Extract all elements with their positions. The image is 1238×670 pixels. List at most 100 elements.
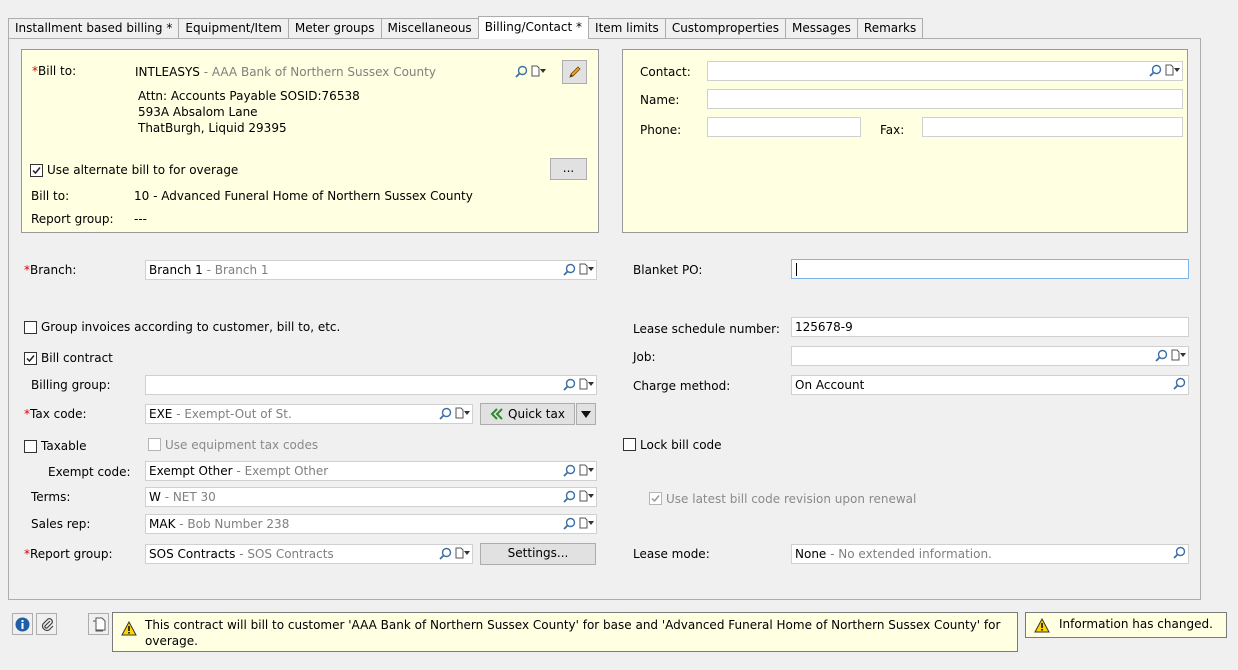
exempt-code-input[interactable]: Exempt Other - Exempt Other — [145, 461, 597, 481]
name-input[interactable] — [707, 89, 1183, 109]
alt-bill-to-label: Bill to: — [31, 189, 70, 203]
bill-contract-checkbox[interactable] — [24, 352, 37, 365]
tab-meter-groups[interactable]: Meter groups — [287, 18, 382, 39]
search-icon[interactable] — [563, 517, 576, 530]
info-button[interactable] — [12, 613, 33, 635]
billing-message-text: This contract will bill to customer 'AAA… — [145, 618, 1001, 648]
bill-to-address-line-1: Attn: Accounts Payable SOSID:76538 — [138, 89, 360, 103]
lease-mode-label: Lease mode: — [633, 547, 710, 561]
lease-mode-input[interactable]: None - No extended information. — [791, 544, 1189, 564]
pencil-icon — [568, 66, 581, 78]
use-alternate-bill-to-checkbox[interactable] — [30, 164, 43, 177]
branch-label: *Branch: — [24, 263, 77, 277]
search-icon[interactable] — [439, 547, 452, 560]
checkmark-icon — [651, 495, 660, 503]
checkmark-icon — [32, 167, 41, 175]
bill-to-input[interactable]: INTLEASYS - AAA Bank of Northern Sussex … — [131, 62, 549, 82]
tax-code-input[interactable]: EXE - Exempt-Out of St. — [145, 404, 473, 424]
phone-input[interactable] — [707, 117, 861, 137]
text-caret — [796, 263, 797, 276]
branch-input[interactable]: Branch 1 - Branch 1 — [145, 260, 597, 280]
page-dropdown-icon[interactable] — [455, 546, 470, 560]
tax-code-label: *Tax code: — [24, 407, 87, 421]
tab-customproperties[interactable]: Customproperties — [664, 18, 787, 39]
copy-button[interactable] — [88, 613, 109, 635]
tab-miscellaneous[interactable]: Miscellaneous — [380, 18, 479, 39]
search-icon[interactable] — [563, 378, 576, 391]
page-dropdown-icon[interactable] — [1171, 348, 1186, 362]
lock-bill-code-checkbox[interactable] — [623, 438, 636, 451]
group-invoices-label: Group invoices according to customer, bi… — [41, 320, 341, 334]
tab-equipment-item[interactable]: Equipment/Item — [178, 18, 289, 39]
page-dropdown-icon[interactable] — [579, 262, 594, 276]
contact-label: Contact: — [640, 65, 691, 79]
exempt-code-label: Exempt code: — [48, 465, 131, 479]
name-label: Name: — [640, 93, 680, 107]
billing-group-label: Billing group: — [31, 378, 111, 392]
person-search-icon[interactable] — [1149, 64, 1162, 77]
use-equipment-tax-codes-label: Use equipment tax codes — [165, 438, 319, 452]
quick-tax-button[interactable]: Quick tax — [480, 403, 575, 425]
bill-to-address-line-2: 593A Absalom Lane — [138, 105, 258, 119]
job-label: Job: — [633, 350, 656, 364]
fax-label: Fax: — [880, 123, 905, 137]
use-latest-bill-code-revision-checkbox[interactable] — [649, 492, 662, 505]
billing-message-box: This contract will bill to customer 'AAA… — [112, 612, 1018, 652]
checkmark-icon — [26, 355, 35, 363]
page-dropdown-icon[interactable] — [579, 463, 594, 477]
tab-installment-based-billing[interactable]: Installment based billing * — [8, 18, 180, 39]
tab-messages[interactable]: Messages — [785, 18, 858, 39]
chevron-down-icon — [581, 410, 591, 418]
search-icon[interactable] — [1173, 377, 1186, 390]
page-dropdown-icon[interactable] — [579, 516, 594, 530]
tab-billing-contact[interactable]: Billing/Contact * — [477, 16, 590, 39]
use-alternate-bill-to-label: Use alternate bill to for overage — [47, 163, 239, 177]
bill-contract-label: Bill contract — [41, 351, 113, 365]
sales-rep-input[interactable]: MAK - Bob Number 238 — [145, 514, 597, 534]
billing-group-input[interactable] — [145, 375, 597, 395]
paperclip-icon — [41, 617, 53, 631]
page-dropdown-icon[interactable] — [579, 489, 594, 503]
phone-label: Phone: — [640, 123, 682, 137]
alternate-bill-to-button[interactable]: ... — [550, 158, 587, 180]
tab-strip: Installment based billing * Equipment/Ite… — [8, 16, 924, 39]
document-icon — [92, 617, 105, 631]
report-group-settings-button[interactable]: Settings... — [480, 543, 596, 565]
quick-tax-dropdown-button[interactable] — [576, 403, 596, 425]
search-icon[interactable] — [563, 263, 576, 276]
info-changed-text: Information has changed. — [1059, 617, 1213, 631]
job-input[interactable] — [791, 346, 1189, 366]
charge-method-label: Charge method: — [633, 379, 731, 393]
info-icon — [15, 617, 30, 631]
charge-method-input[interactable]: On Account — [791, 375, 1189, 395]
taxable-checkbox[interactable] — [24, 440, 37, 453]
page-dropdown-icon[interactable] — [455, 406, 470, 420]
fax-input[interactable] — [922, 117, 1183, 137]
use-equipment-tax-codes-checkbox[interactable] — [148, 438, 161, 451]
terms-input[interactable]: W - NET 30 — [145, 487, 597, 507]
page-dropdown-icon[interactable] — [579, 377, 594, 391]
search-icon[interactable] — [439, 407, 452, 420]
search-icon[interactable] — [563, 464, 576, 477]
tab-item-limits[interactable]: Item limits — [588, 18, 666, 39]
search-icon[interactable] — [515, 65, 528, 78]
lease-schedule-number-input[interactable]: 125678-9 — [791, 317, 1189, 337]
report-group-label: *Report group: — [24, 547, 113, 561]
contact-input[interactable] — [707, 61, 1183, 81]
report-group-input[interactable]: SOS Contracts - SOS Contracts — [145, 544, 473, 564]
page-dropdown-icon[interactable] — [531, 64, 546, 78]
page-dropdown-icon[interactable] — [1165, 63, 1180, 77]
tab-remarks[interactable]: Remarks — [856, 18, 924, 39]
taxable-label: Taxable — [41, 439, 87, 453]
search-icon[interactable] — [1155, 349, 1168, 362]
bill-to-address-line-3: ThatBurgh, Liquid 29395 — [138, 121, 287, 135]
edit-bill-to-button[interactable] — [562, 60, 587, 84]
blanket-po-input[interactable] — [791, 259, 1189, 279]
search-icon[interactable] — [1173, 546, 1186, 559]
group-invoices-checkbox[interactable] — [24, 321, 37, 334]
lock-bill-code-label: Lock bill code — [640, 438, 722, 452]
blanket-po-label: Blanket PO: — [633, 263, 703, 277]
search-icon[interactable] — [563, 490, 576, 503]
bill-to-label: *Bill to: — [32, 64, 77, 78]
attachment-button[interactable] — [36, 613, 57, 635]
